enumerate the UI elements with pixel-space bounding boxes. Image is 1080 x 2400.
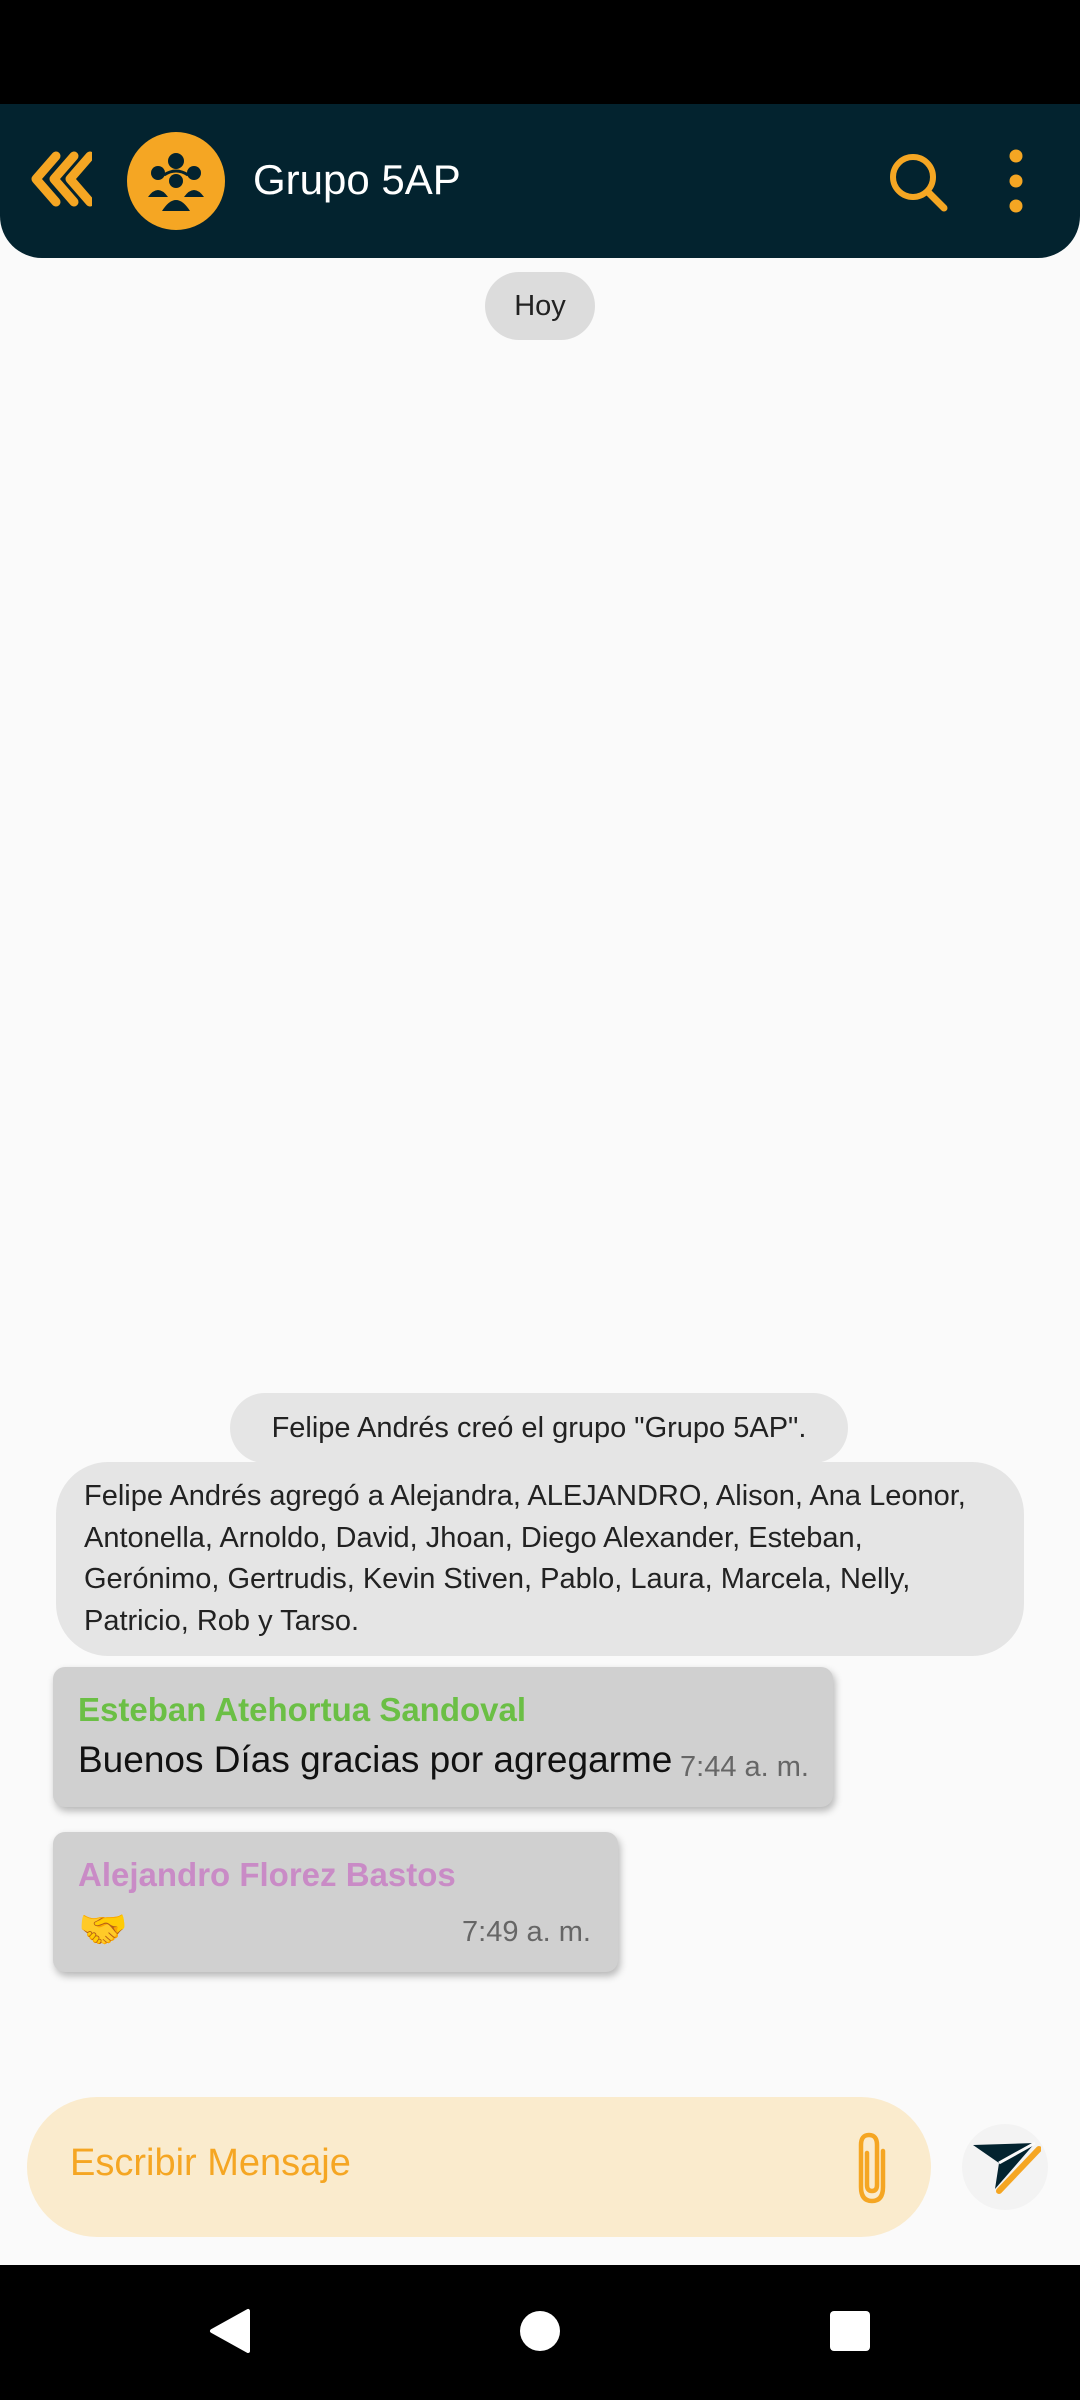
message-time: 7:44 a. m.: [680, 1751, 809, 1783]
nav-recents-button[interactable]: [824, 2305, 876, 2357]
message-text: 🤝: [78, 1908, 128, 1952]
paperclip-icon: [847, 2129, 897, 2209]
message-time: 7:49 a. m.: [462, 1916, 591, 1948]
group-people-icon: [140, 145, 212, 217]
back-button[interactable]: [22, 144, 92, 214]
date-divider: Hoy: [485, 272, 595, 340]
circle-home-icon: [514, 2305, 566, 2357]
group-avatar[interactable]: [127, 132, 225, 230]
system-navigation-bar: [0, 2265, 1080, 2400]
nav-back-button[interactable]: [204, 2305, 256, 2357]
chat-title[interactable]: Grupo 5AP: [253, 152, 461, 208]
message-bubble[interactable]: Esteban Atehortua Sandoval Buenos Días g…: [53, 1667, 833, 1807]
search-icon: [886, 150, 950, 214]
triangle-back-icon: [204, 2305, 256, 2357]
app-header: Grupo 5AP: [0, 104, 1080, 258]
system-message: Felipe Andrés agregó a Alejandra, ALEJAN…: [56, 1462, 1024, 1656]
more-vertical-icon: [1000, 148, 1032, 214]
message-text: Buenos Días gracias por agregarme: [78, 1739, 673, 1780]
nav-home-button[interactable]: [514, 2305, 566, 2357]
message-bubble[interactable]: Alejandro Florez Bastos 🤝 7:49 a. m.: [53, 1832, 618, 1972]
more-options-button[interactable]: [1000, 148, 1032, 214]
message-input-placeholder: Escribir Mensaje: [70, 2142, 351, 2184]
search-button[interactable]: [886, 150, 950, 214]
chevron-double-left-icon: [22, 144, 92, 214]
square-recents-icon: [824, 2305, 876, 2357]
system-message: Felipe Andrés creó el grupo "Grupo 5AP".: [230, 1393, 848, 1463]
message-sender: Alejandro Florez Bastos: [78, 1856, 456, 1893]
attach-button[interactable]: [847, 2129, 897, 2209]
status-bar: [0, 0, 1080, 104]
send-button[interactable]: [962, 2124, 1048, 2210]
send-icon: [969, 2137, 1041, 2197]
message-input[interactable]: Escribir Mensaje: [27, 2097, 931, 2237]
message-sender: Esteban Atehortua Sandoval: [78, 1691, 527, 1728]
